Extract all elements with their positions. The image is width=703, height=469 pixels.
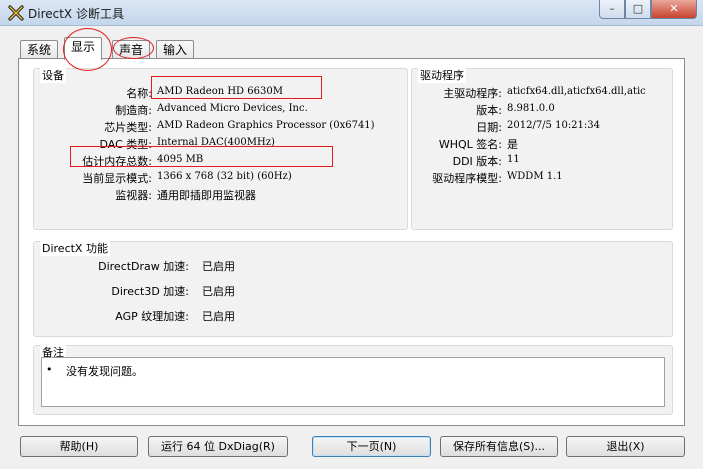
display-mode-value: 1366 x 768 (32 bit) (60Hz) — [157, 171, 292, 182]
manufacturer-label: 制造商: — [115, 104, 152, 117]
exit-button[interactable]: 退出(X) — [566, 436, 685, 457]
close-button[interactable]: ✕ — [651, 0, 697, 19]
whql-label: WHQL 签名: — [438, 138, 502, 151]
driver-version-label: 版本: — [476, 104, 502, 117]
help-button[interactable]: 帮助(H) — [20, 436, 138, 457]
whql-value: 是 — [507, 138, 518, 151]
direct3d-label: Direct3D 加速: — [111, 285, 189, 298]
driver-date-value: 2012/7/5 10:21:34 — [507, 120, 601, 131]
tab-input[interactable]: 输入 — [156, 40, 195, 59]
chip-type-value: AMD Radeon Graphics Processor (0x6741) — [157, 120, 375, 131]
run-64bit-dxdiag-button[interactable]: 运行 64 位 DxDiag(R) — [148, 436, 288, 457]
device-name-highlight — [151, 76, 322, 99]
title-bar: DirectX 诊断工具 – □ ✕ — [0, 0, 703, 26]
direct3d-value: 已启用 — [202, 285, 235, 298]
directdraw-value: 已启用 — [202, 260, 235, 273]
ddi-version-label: DDI 版本: — [452, 155, 502, 168]
display-tab-panel: 设备 名称: AMD Radeon HD 6630M 制造商: Advanced… — [18, 58, 685, 426]
display-mode-label: 当前显示模式: — [82, 172, 152, 185]
directdraw-label: DirectDraw 加速: — [98, 260, 189, 273]
driver-model-label: 驱动程序模型: — [432, 172, 502, 185]
main-driver-label: 主驱动程序: — [443, 87, 502, 100]
notes-item: 没有发现问题。 — [66, 365, 143, 378]
save-all-info-button[interactable]: 保存所有信息(S)... — [440, 436, 558, 457]
monitor-label: 监视器: — [115, 189, 152, 202]
tab-highlight-ellipse — [113, 37, 154, 59]
driver-model-value: WDDM 1.1 — [507, 171, 563, 182]
directx-features-title: DirectX 功能 — [40, 240, 110, 256]
directx-features-group: DirectX 功能 DirectDraw 加速: 已启用 Direct3D 加… — [33, 240, 673, 337]
directx-icon — [8, 5, 24, 21]
monitor-value: 通用即插即用监视器 — [157, 189, 256, 202]
notes-bullet: • — [46, 363, 53, 376]
driver-group-title: 驱动程序 — [418, 67, 466, 83]
device-group-title: 设备 — [40, 67, 66, 83]
tab-system[interactable]: 系统 — [20, 40, 59, 59]
window-title: DirectX 诊断工具 — [28, 7, 124, 21]
main-driver-value: aticfx64.dll,aticfx64.dll,atic — [507, 86, 646, 97]
memory-total-highlight — [70, 146, 333, 167]
notes-textbox[interactable]: • 没有发现问题。 — [41, 357, 665, 407]
chip-type-label: 芯片类型: — [104, 121, 152, 134]
driver-date-label: 日期: — [476, 121, 502, 134]
device-name-label: 名称: — [126, 87, 152, 100]
driver-group: 驱动程序 主驱动程序: aticfx64.dll,aticfx64.dll,at… — [411, 67, 673, 230]
next-page-button[interactable]: 下一页(N) — [312, 436, 431, 457]
minimize-button[interactable]: – — [599, 0, 625, 19]
agp-label: AGP 纹理加速: — [115, 310, 189, 323]
manufacturer-value: Advanced Micro Devices, Inc. — [157, 103, 308, 114]
agp-value: 已启用 — [202, 310, 235, 323]
driver-version-value: 8.981.0.0 — [507, 103, 555, 114]
tab-highlight-ellipse — [63, 28, 112, 71]
ddi-version-value: 11 — [507, 154, 520, 165]
maximize-button[interactable]: □ — [625, 0, 651, 19]
